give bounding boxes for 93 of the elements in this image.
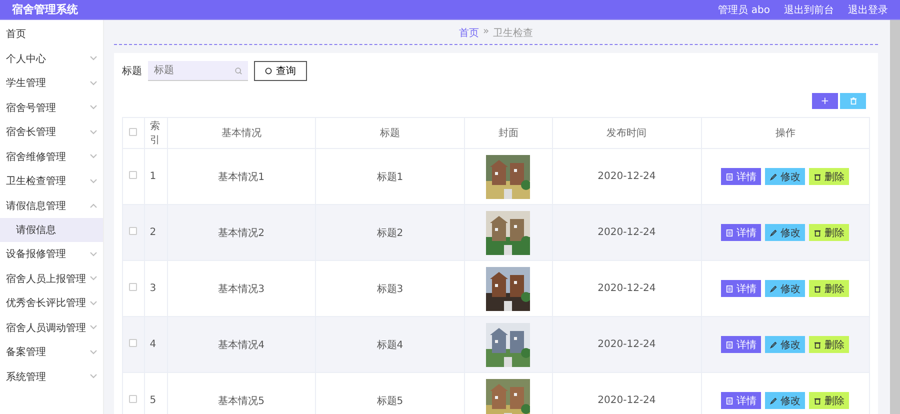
menu-item[interactable]: 设备报修管理 — [0, 242, 103, 266]
column-header: 标题 — [316, 118, 464, 148]
menu-item[interactable]: 宿舍长管理 — [0, 120, 103, 144]
search-field[interactable]: 标题 — [148, 61, 248, 81]
breadcrumb-text: 卫生检查 — [493, 26, 534, 40]
edit-button[interactable]: 修改 — [765, 280, 806, 297]
pencil-icon — [770, 228, 778, 236]
pencil-icon — [770, 172, 778, 180]
chevron-icon — [90, 350, 97, 355]
checkbox[interactable] — [129, 227, 138, 235]
column-header: 操作 — [701, 118, 870, 148]
checkbox[interactable] — [129, 128, 138, 136]
header-link[interactable]: 退出登录 — [848, 2, 888, 16]
chevron-icon — [90, 105, 97, 110]
pencil-icon — [770, 340, 778, 348]
edit-button[interactable]: 修改 — [765, 224, 806, 241]
chevron-icon — [90, 252, 97, 257]
edit-button[interactable]: 修改 — [765, 336, 806, 353]
table-cell: 2020-12-24 — [552, 204, 702, 260]
trash-icon — [814, 228, 822, 236]
column-header: 基本情况 — [167, 118, 316, 148]
menu-item[interactable]: 备案管理 — [0, 340, 103, 364]
table-cell: 标题2 — [316, 204, 464, 260]
menu-item[interactable]: 宿舍人员调动管理 — [0, 316, 103, 340]
delete-button[interactable]: 删除 — [809, 224, 850, 241]
chevron-icon — [90, 276, 97, 282]
document-icon — [726, 396, 734, 404]
trash-icon — [850, 97, 856, 105]
chevron-icon — [90, 300, 97, 306]
document-icon — [726, 284, 734, 292]
column-header: 发布时间 — [552, 118, 702, 148]
detail-button[interactable]: 详情 — [721, 280, 762, 297]
table-cell: 标题4 — [316, 316, 464, 372]
chevron-icon — [90, 203, 97, 208]
menu-item[interactable]: 宿舍号管理 — [0, 96, 103, 120]
search-label: 标题 — [122, 64, 142, 78]
delete-button[interactable] — [840, 93, 866, 109]
menu-item[interactable]: 学生管理 — [0, 71, 103, 96]
edit-button[interactable]: 修改 — [765, 392, 806, 409]
search-icon — [265, 67, 272, 75]
chevron-icon — [90, 178, 97, 184]
chevron-icon — [90, 80, 97, 86]
chevron-icon — [90, 154, 97, 160]
edit-button[interactable]: 修改 — [765, 168, 806, 185]
menu-item[interactable]: 首页 — [0, 22, 103, 46]
delete-button[interactable]: 删除 — [809, 168, 850, 185]
document-icon — [726, 172, 734, 180]
menu-item[interactable]: 宿舍人员上报管理 — [0, 266, 103, 291]
menu-item[interactable]: 请假信息管理 — [0, 194, 103, 218]
chevron-icon — [90, 374, 97, 380]
detail-button[interactable]: 详情 — [721, 392, 762, 409]
menu-item[interactable]: 宿舍维修管理 — [0, 144, 103, 169]
search-button[interactable]: 查询 — [254, 61, 307, 81]
table-cell: 基本情况2 — [167, 204, 316, 260]
table-cell: 基本情况4 — [167, 316, 316, 372]
delete-button[interactable]: 删除 — [809, 280, 850, 297]
trash-icon — [814, 172, 822, 180]
search-icon — [235, 67, 242, 75]
breadcrumb-text: » — [482, 26, 490, 39]
checkbox[interactable] — [129, 283, 138, 291]
delete-button[interactable]: 删除 — [809, 336, 850, 353]
menu-item[interactable]: 卫生检查管理 — [0, 169, 103, 194]
pencil-icon — [770, 396, 778, 404]
detail-button[interactable]: 详情 — [721, 224, 762, 241]
add-button[interactable]: + — [812, 93, 838, 109]
breadcrumb-link[interactable]: 首页 — [458, 26, 479, 40]
menu-item[interactable]: 个人中心 — [0, 46, 103, 71]
menu-item[interactable]: 优秀舍长评比管理 — [0, 291, 103, 316]
detail-button[interactable]: 详情 — [721, 168, 762, 185]
submenu-item[interactable]: 请假信息 — [0, 218, 103, 242]
trash-icon — [814, 396, 822, 404]
document-icon — [726, 228, 734, 236]
detail-button[interactable]: 详情 — [721, 336, 762, 353]
pencil-icon — [770, 284, 778, 292]
table-cell: 2020-12-24 — [552, 316, 702, 372]
checkbox[interactable] — [129, 171, 138, 179]
header-link[interactable]: 退出到前台 — [784, 2, 834, 16]
chevron-icon — [90, 56, 97, 62]
checkbox[interactable] — [129, 339, 138, 347]
trash-icon — [814, 284, 822, 292]
column-header: 索引 — [144, 118, 168, 148]
trash-icon — [814, 340, 822, 348]
table-cell: 4 — [144, 316, 168, 372]
user-label: 管理员 abo — [718, 4, 770, 16]
app-title: 宿舍管理系统 — [12, 2, 79, 17]
chevron-icon — [90, 130, 97, 135]
table-cell: 2 — [144, 204, 168, 260]
menu-item[interactable]: 系统管理 — [0, 364, 103, 389]
checkbox[interactable] — [129, 395, 138, 403]
column-header: 封面 — [464, 118, 552, 148]
document-icon — [726, 340, 734, 348]
chevron-icon — [90, 325, 97, 330]
delete-button[interactable]: 删除 — [809, 392, 850, 409]
